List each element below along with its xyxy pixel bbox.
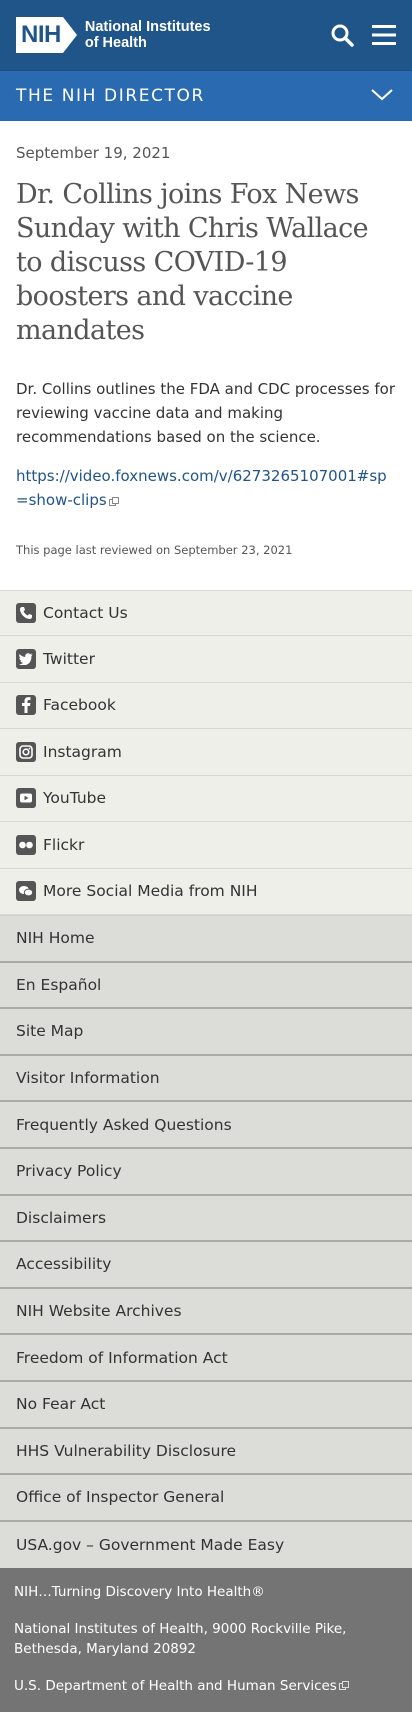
social-links: Contact Us Twitter Facebook Instagram Yo… <box>0 589 412 915</box>
footer-link-label: Freedom of Information Act <box>16 1348 228 1367</box>
chevron-down-icon <box>370 87 394 106</box>
footer-link-hhs-vulnerability[interactable]: HHS Vulnerability Disclosure <box>0 1429 412 1476</box>
logo-text-line2: of Health <box>84 35 147 51</box>
social-item-facebook[interactable]: Facebook <box>0 683 412 729</box>
footer-link-label: Office of Inspector General <box>16 1488 225 1507</box>
footer-link-label: NIH Home <box>16 929 95 948</box>
phone-icon <box>16 602 36 623</box>
footer-link-label: HHS Vulnerability Disclosure <box>16 1441 237 1460</box>
footer-link-label: Disclaimers <box>16 1208 107 1227</box>
footer-link-label: En Español <box>16 975 102 994</box>
footer-link-nih-home[interactable]: NIH Home <box>0 916 412 963</box>
social-item-label: YouTube <box>43 789 107 808</box>
instagram-icon <box>16 741 36 762</box>
external-link-icon <box>338 1676 350 1696</box>
footer-link-label: Visitor Information <box>16 1069 160 1088</box>
footer-link-site-map[interactable]: Site Map <box>0 1009 412 1056</box>
search-icon[interactable] <box>328 21 356 49</box>
article-headline: Dr. Collins joins Fox News Sunday with C… <box>16 179 369 346</box>
footer-link-label: Privacy Policy <box>16 1162 122 1181</box>
section-bar-nih-director[interactable]: THE NIH DIRECTOR <box>0 70 412 121</box>
footer-link-label: Frequently Asked Questions <box>16 1115 232 1134</box>
logo-text-line1: National Institutes <box>84 19 211 35</box>
footer-link-faq[interactable]: Frequently Asked Questions <box>0 1102 412 1149</box>
footer-link-visitor-information[interactable]: Visitor Information <box>0 1056 412 1103</box>
external-link-icon <box>108 489 120 513</box>
footer-link-label: Site Map <box>16 1022 84 1041</box>
logo-arrow-shape <box>62 17 77 53</box>
footer-links: NIH Home En Español Site Map Visitor Inf… <box>0 915 412 1569</box>
last-reviewed-text: This page last reviewed on September 23,… <box>16 542 293 557</box>
footer-link-website-archives[interactable]: NIH Website Archives <box>0 1289 412 1336</box>
site-header: NIH National Institutes of Health <box>0 0 412 70</box>
social-item-contact-us[interactable]: Contact Us <box>0 589 412 636</box>
hhs-link[interactable]: U.S. Department of Health and Human Serv… <box>14 1676 398 1696</box>
social-item-more-social-media[interactable]: More Social Media from NIH <box>0 869 412 915</box>
twitter-icon <box>16 648 36 669</box>
footer-link-foia[interactable]: Freedom of Information Act <box>0 1335 412 1382</box>
chat-bubbles-icon <box>16 881 36 902</box>
social-item-instagram[interactable]: Instagram <box>0 729 412 776</box>
hhs-link-label: U.S. Department of Health and Human Serv… <box>14 1678 337 1695</box>
footer-link-label: Accessibility <box>16 1255 112 1274</box>
footer-link-privacy-policy[interactable]: Privacy Policy <box>0 1149 412 1196</box>
footer-link-accessibility[interactable]: Accessibility <box>0 1242 412 1289</box>
footer-tagline: NIH…Turning Discovery Into Health® <box>14 1584 265 1601</box>
hamburger-menu-icon[interactable] <box>370 21 398 49</box>
social-item-label: Twitter <box>43 649 95 668</box>
footer-link-disclaimers[interactable]: Disclaimers <box>0 1196 412 1243</box>
footer-link-en-espanol[interactable]: En Español <box>0 963 412 1010</box>
site-footer: NIH…Turning Discovery Into Health® Natio… <box>0 1568 412 1713</box>
footer-link-no-fear-act[interactable]: No Fear Act <box>0 1382 412 1429</box>
social-item-label: Flickr <box>43 835 85 854</box>
social-item-twitter[interactable]: Twitter <box>0 636 412 683</box>
article-date: September 19, 2021 <box>16 144 171 162</box>
header-actions <box>328 21 398 49</box>
logo-badge: NIH <box>16 17 77 53</box>
article-summary: Dr. Collins outlines the FDA and CDC pro… <box>16 380 395 446</box>
social-item-label: Instagram <box>43 742 122 761</box>
section-bar-title: THE NIH DIRECTOR <box>16 86 205 106</box>
article-link-paragraph: https://video.foxnews.com/v/627326510700… <box>16 464 396 513</box>
logo-mark: NIH <box>16 17 63 53</box>
footer-link-label: NIH Website Archives <box>16 1302 182 1321</box>
logo-text: National Institutes of Health <box>85 19 211 51</box>
social-item-label: Contact Us <box>43 603 128 622</box>
youtube-icon <box>16 788 36 809</box>
footer-link-label: USA.gov – Government Made Easy <box>16 1536 285 1555</box>
social-item-youtube[interactable]: YouTube <box>0 776 412 822</box>
nih-logo[interactable]: NIH National Institutes of Health <box>16 17 211 53</box>
fox-news-video-link[interactable]: https://video.foxnews.com/v/627326510700… <box>16 467 387 509</box>
facebook-icon <box>16 695 36 716</box>
footer-link-label: No Fear Act <box>16 1395 106 1414</box>
footer-address: National Institutes of Health, 9000 Rock… <box>14 1621 347 1658</box>
footer-link-usa-gov[interactable]: USA.gov – Government Made Easy <box>0 1522 412 1569</box>
flickr-icon <box>16 834 36 855</box>
footer-link-inspector-general[interactable]: Office of Inspector General <box>0 1475 412 1522</box>
social-item-label: Facebook <box>43 696 116 715</box>
social-item-flickr[interactable]: Flickr <box>0 822 412 869</box>
article-content: September 19, 2021 Dr. Collins joins Fox… <box>0 121 412 590</box>
social-item-label: More Social Media from NIH <box>43 882 258 901</box>
